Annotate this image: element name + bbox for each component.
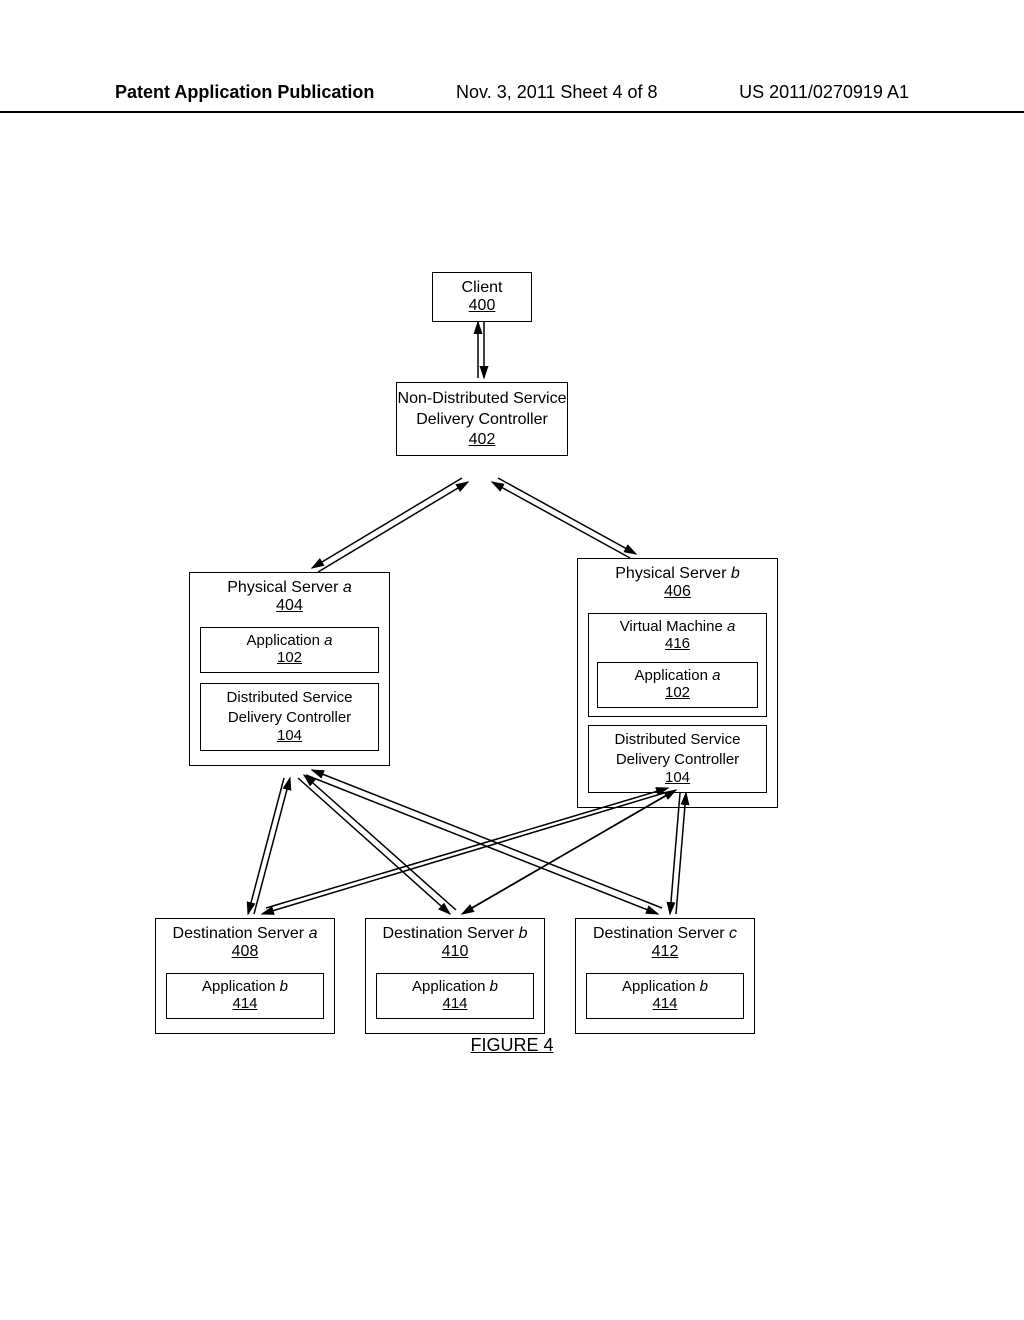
header-right: US 2011/0270919 A1 [739, 82, 909, 103]
dest-a-box: Destination Server a 408 Application b 4… [155, 918, 335, 1034]
client-label: Client [433, 273, 531, 297]
page-header: Patent Application Publication Nov. 3, 2… [0, 82, 1024, 113]
server-a-label: Physical Server a [190, 573, 389, 597]
dest-b-label: Destination Server b [366, 919, 544, 943]
server-a-dsc: Distributed Service Delivery Controller … [200, 683, 379, 751]
client-box: Client 400 [432, 272, 532, 322]
diagram-arrows [0, 0, 1024, 1320]
dest-c-ref: 412 [576, 943, 754, 967]
ndsc-box: Non-Distributed Service Delivery Control… [396, 382, 568, 456]
server-b-box: Physical Server b 406 Virtual Machine a … [577, 558, 778, 808]
dest-c-box: Destination Server c 412 Application b 4… [575, 918, 755, 1034]
server-a-ref: 404 [190, 597, 389, 621]
dest-b-ref: 410 [366, 943, 544, 967]
dest-a-label: Destination Server a [156, 919, 334, 943]
client-ref: 400 [433, 297, 531, 321]
server-b-label: Physical Server b [578, 559, 777, 583]
server-a-app: Application a 102 [200, 627, 379, 673]
server-a-box: Physical Server a 404 Application a 102 … [189, 572, 390, 766]
dest-b-box: Destination Server b 410 Application b 4… [365, 918, 545, 1034]
dest-c-label: Destination Server c [576, 919, 754, 943]
server-b-dsc: Distributed Service Delivery Controller … [588, 725, 767, 793]
header-middle: Nov. 3, 2011 Sheet 4 of 8 [456, 82, 657, 103]
ndsc-ref: 402 [397, 431, 567, 455]
dest-b-app: Application b 414 [376, 973, 534, 1019]
dest-a-ref: 408 [156, 943, 334, 967]
server-b-ref: 406 [578, 583, 777, 607]
dest-a-app: Application b 414 [166, 973, 324, 1019]
header-left: Patent Application Publication [115, 82, 374, 103]
server-b-app: Application a 102 [597, 662, 758, 708]
dest-c-app: Application b 414 [586, 973, 744, 1019]
ndsc-label: Non-Distributed Service Delivery Control… [397, 383, 567, 431]
figure-label: FIGURE 4 [0, 1035, 1024, 1056]
server-b-vm: Virtual Machine a 416 Application a 102 [588, 613, 767, 717]
